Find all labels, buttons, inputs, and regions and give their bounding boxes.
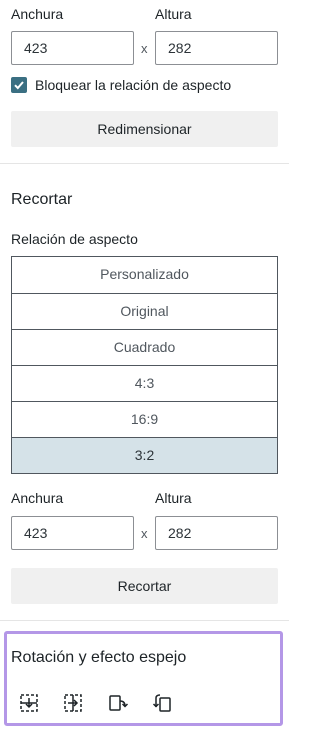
resize-width-input[interactable]: 423 <box>11 31 134 65</box>
ratio-option-custom[interactable]: Personalizado <box>12 257 277 293</box>
crop-height-label: Altura <box>155 490 192 506</box>
crop-height-input[interactable]: 282 <box>155 516 278 550</box>
flip-vertical-icon[interactable] <box>19 693 39 713</box>
ratio-option-square[interactable]: Cuadrado <box>12 329 277 365</box>
rotation-section-highlight <box>4 631 283 726</box>
resize-button[interactable]: Redimensionar <box>11 111 278 147</box>
resize-height-input[interactable]: 282 <box>155 31 278 65</box>
crop-button[interactable]: Recortar <box>11 568 278 604</box>
checkmark-icon <box>14 81 24 90</box>
section-divider <box>0 163 289 164</box>
aspect-ratio-label: Relación de aspecto <box>11 231 138 247</box>
ratio-option-16-9[interactable]: 16:9 <box>12 401 277 437</box>
crop-width-input[interactable]: 423 <box>11 516 134 550</box>
ratio-option-4-3[interactable]: 4:3 <box>12 365 277 401</box>
section-divider <box>0 620 289 621</box>
aspect-ratio-list: Personalizado Original Cuadrado 4:3 16:9… <box>11 256 278 474</box>
ratio-option-3-2[interactable]: 3:2 <box>12 437 277 473</box>
resize-width-label: Anchura <box>11 6 64 22</box>
crop-times-sign: x <box>141 526 148 541</box>
rotate-left-icon[interactable] <box>152 693 172 713</box>
crop-width-label: Anchura <box>11 490 64 506</box>
resize-height-label: Altura <box>155 6 192 22</box>
ratio-option-original[interactable]: Original <box>12 293 277 329</box>
rotation-title: Rotación y efecto espejo <box>11 649 187 666</box>
lock-aspect-label: Bloquear la relación de aspecto <box>35 77 232 93</box>
rotate-right-icon[interactable] <box>108 693 128 713</box>
crop-title: Recortar <box>11 191 73 208</box>
flip-horizontal-icon[interactable] <box>63 693 83 713</box>
resize-times-sign: x <box>141 41 148 56</box>
lock-aspect-checkbox[interactable] <box>11 77 27 93</box>
